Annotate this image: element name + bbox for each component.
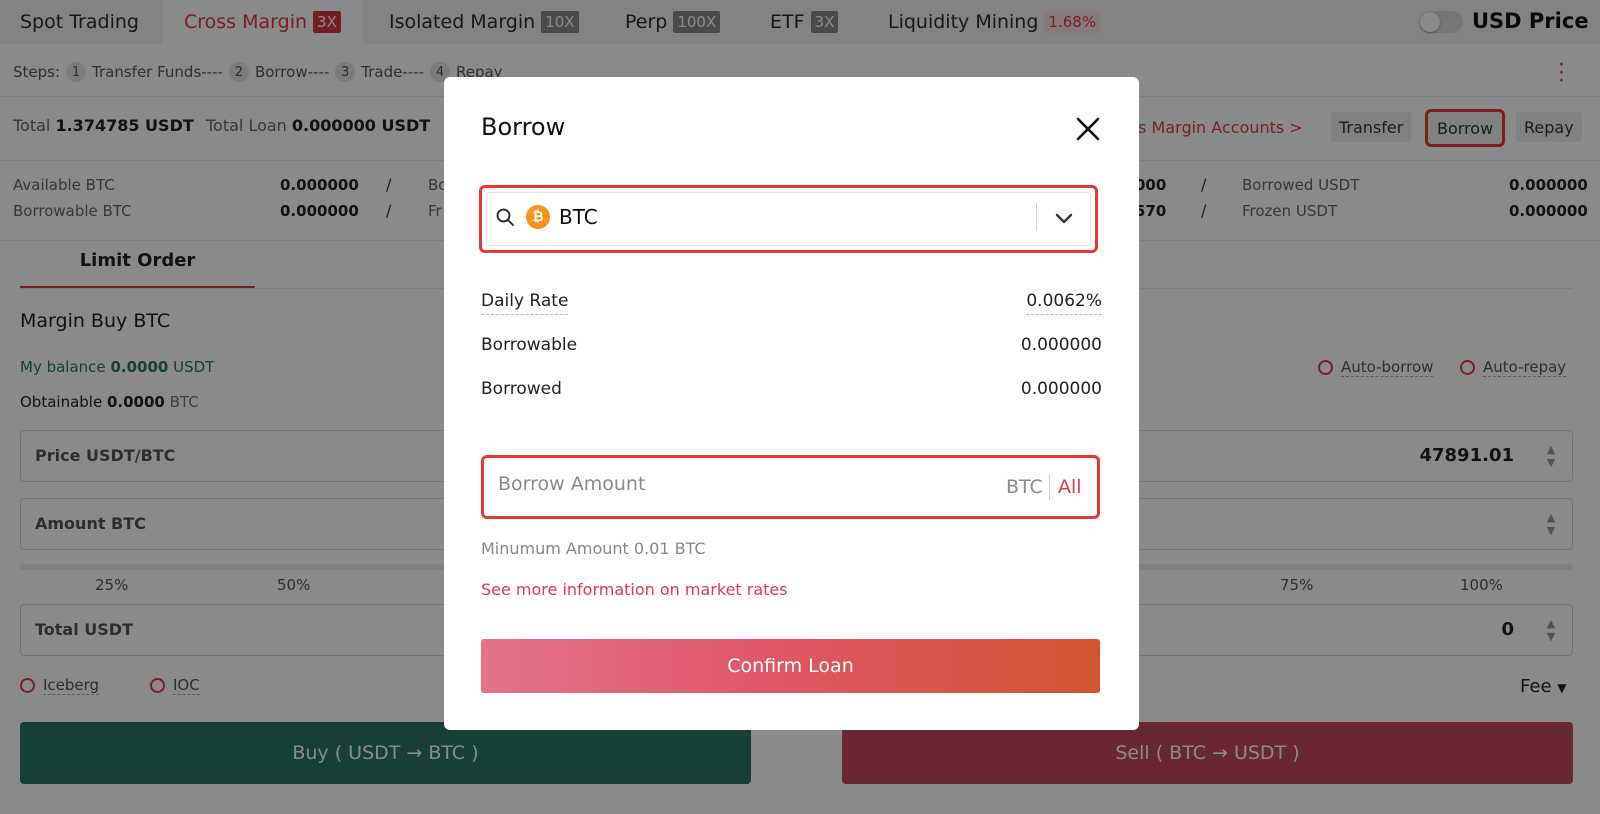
- borrow-amount-field[interactable]: BTC All: [481, 455, 1100, 519]
- close-icon[interactable]: [1074, 115, 1102, 143]
- daily-rate-value: 0.0062%: [1026, 291, 1102, 315]
- selected-coin: BTC: [559, 205, 598, 229]
- market-rates-link[interactable]: See more information on market rates: [481, 580, 788, 599]
- borrow-dialog: Borrow ₿ BTC Daily Rate 0.0062% Borrowab…: [444, 77, 1139, 730]
- borrow-amount-input[interactable]: [498, 473, 968, 495]
- dialog-title: Borrow: [481, 113, 566, 141]
- borrowed-label: Borrowed: [481, 379, 562, 399]
- amount-unit: BTC: [1006, 476, 1043, 498]
- daily-rate-label-text: Daily Rate: [481, 291, 569, 315]
- minimum-amount-hint: Minumum Amount 0.01 BTC: [481, 539, 706, 558]
- chevron-down-icon[interactable]: [1053, 207, 1075, 229]
- daily-rate-label: Daily Rate: [481, 291, 569, 315]
- coin-select-field[interactable]: ₿ BTC: [486, 192, 1091, 246]
- borrowed-value: 0.000000: [1020, 379, 1102, 399]
- btc-coin-icon: ₿: [526, 205, 550, 229]
- confirm-loan-button[interactable]: Confirm Loan: [481, 639, 1100, 693]
- borrowable-value: 0.000000: [1020, 335, 1102, 355]
- borrowable-label: Borrowable: [481, 335, 578, 355]
- divider: [1036, 203, 1037, 231]
- all-button[interactable]: All: [1058, 476, 1082, 498]
- search-icon: [496, 208, 514, 226]
- divider: [1049, 474, 1050, 500]
- daily-rate-value-text: 0.0062%: [1026, 291, 1102, 315]
- coin-select[interactable]: ₿ BTC: [479, 185, 1098, 253]
